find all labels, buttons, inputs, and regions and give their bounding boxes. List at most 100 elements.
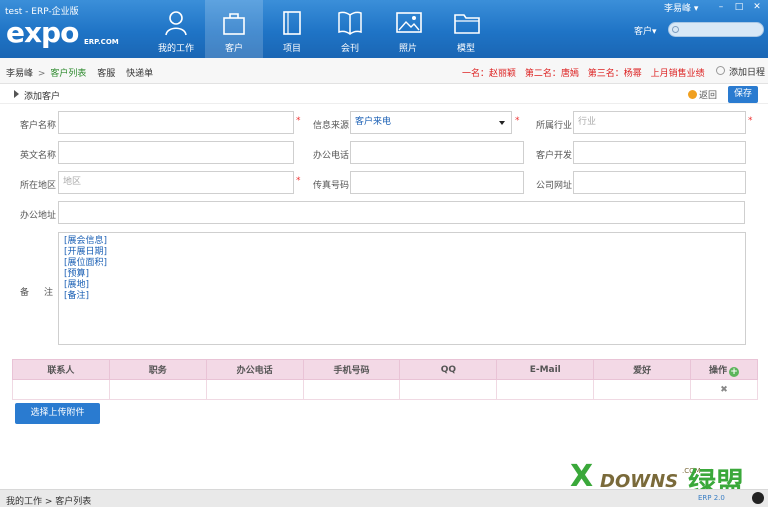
website-input[interactable] [573,171,746,194]
website-label: 公司网址 [536,181,573,191]
upload-attachment-button[interactable]: 选择上传附件 [15,403,100,424]
back-button[interactable]: 返回 [688,88,717,101]
memo-line: [展地] [64,280,90,290]
memo-line: [展位面积] [64,258,108,268]
sales-link[interactable]: 上月销售业绩 [651,69,705,79]
rank-1: 一名：赵丽颖 [462,69,517,79]
col-title: 职务 [108,359,207,380]
qq-icon[interactable] [752,492,764,504]
logo-sub: ERP.COM [84,38,119,46]
info-source-select[interactable]: 客户来电 [350,111,512,134]
crumb-customer-list[interactable]: 客户列表 [50,69,86,79]
memo-line: [备注] [64,291,90,301]
col-office-phone: 办公电话 [205,359,304,380]
nav-photo[interactable]: 照片 [379,0,437,58]
mobile-cell[interactable] [302,379,401,400]
address-input[interactable] [58,201,745,224]
memo-line: [展会信息] [64,236,108,246]
customer-name-input[interactable] [58,111,294,134]
col-actions-label: 操作 [709,365,728,376]
nav-journal[interactable]: 会刊 [321,0,379,58]
search-scope-dropdown[interactable]: 客户▾ [634,24,657,37]
en-name-label: 英文名称 [20,151,57,161]
customer-name-label: 客户名称 [20,121,57,131]
close-button[interactable]: ✕ [748,0,766,14]
status-bar: 我的工作 > 客户列表 [0,489,768,507]
nav-label: 会刊 [340,44,359,54]
nav-label: 客户 [224,44,243,54]
minimize-button[interactable]: – [712,0,730,14]
memo-line: [开展日期] [64,247,108,257]
add-schedule-label: 添加日程 [729,68,766,78]
add-contact-icon[interactable]: + [729,366,740,377]
person-icon [165,11,187,36]
folder-icon [454,14,480,34]
rank-3: 第三名：杨幂 [587,69,642,79]
office-phone-input[interactable] [350,141,524,164]
memo-line: [预算] [64,269,90,279]
en-name-input[interactable] [58,141,294,164]
info-source-label: 信息来源 [313,121,350,131]
fax-input[interactable] [350,171,524,194]
region-input[interactable]: 地区 [58,171,294,194]
breadcrumb: 李易峰 > 客户列表 客服 快递单 [6,66,153,79]
email-cell[interactable] [496,379,595,400]
fax-label: 传真号码 [313,181,350,191]
nav-customer[interactable]: 客户 [205,0,263,58]
table-row: ✖ [12,379,758,400]
back-icon [688,90,697,99]
memo-label-1: 备 [20,288,30,298]
region-label: 所在地区 [20,181,57,191]
hobby-cell[interactable] [593,379,692,400]
industry-input[interactable]: 行业 [573,111,746,134]
link-service[interactable]: 客服 [97,69,115,79]
nav-label: 我的工作 [157,44,194,54]
office-phone-label: 办公电话 [313,151,350,161]
user-menu[interactable]: 李易峰 ▾ [664,1,698,14]
nav-label: 模型 [456,44,475,54]
memo-label-2: 注 [44,288,54,298]
title-cell[interactable] [108,379,207,400]
search-icon [672,26,679,33]
required-mark: * [296,116,301,126]
col-qq: QQ [399,359,498,380]
nav-project[interactable]: 项目 [263,0,321,58]
table-header-row: 联系人 职务 办公电话 手机号码 QQ E-Mail 爱好 操作 + [12,359,758,380]
briefcase-icon [223,13,245,35]
customer-dev-input[interactable] [573,141,746,164]
crumb-user[interactable]: 李易峰 [6,69,33,79]
qq-cell[interactable] [399,379,498,400]
memo-textarea[interactable]: [展会信息] [开展日期] [展位面积] [预算] [展地] [备注] [58,232,746,345]
search-input[interactable] [668,22,764,37]
contact-cell[interactable] [12,379,110,400]
main-nav: 我的工作 客户 项目 会刊 照片 模型 [147,0,495,58]
version-label: ERP 2.0 [698,494,725,502]
logo: expo [6,16,79,49]
rank-2: 第二名：唐嫣 [524,69,579,79]
contacts-table: 联系人 职务 办公电话 手机号码 QQ E-Mail 爱好 操作 + ✖ [12,359,758,400]
photo-icon [396,12,422,33]
page-title: 添加客户 [14,89,60,102]
nav-my-work[interactable]: 我的工作 [147,0,205,58]
customer-dev-label: 客户开发 [536,151,573,161]
office-phone-cell[interactable] [205,379,304,400]
sub-bar: 李易峰 > 客户列表 客服 快递单 一名：赵丽颖 第二名：唐嫣 第三名：杨幂 上… [0,58,768,84]
nav-model[interactable]: 模型 [437,0,495,58]
col-mobile: 手机号码 [302,359,401,380]
maximize-button[interactable]: □ [730,0,748,14]
add-schedule-link[interactable]: 添加日程 [716,65,765,78]
required-mark: * [296,176,301,186]
sales-ranking: 一名：赵丽颖 第二名：唐嫣 第三名：杨幂 上月销售业绩 [462,66,711,79]
crumb-separator: > [37,69,46,79]
book-icon [338,11,362,35]
industry-label: 所属行业 [536,121,573,131]
save-button[interactable]: 保存 [728,86,758,103]
delete-row-icon[interactable]: ✖ [690,379,758,400]
col-hobby: 爱好 [593,359,692,380]
back-label: 返回 [699,91,718,101]
link-express[interactable]: 快递单 [126,69,153,79]
section-header: 添加客户 返回 保存 [0,84,768,104]
required-mark: * [748,116,753,126]
nav-label: 项目 [282,44,301,54]
address-label: 办公地址 [20,211,57,221]
